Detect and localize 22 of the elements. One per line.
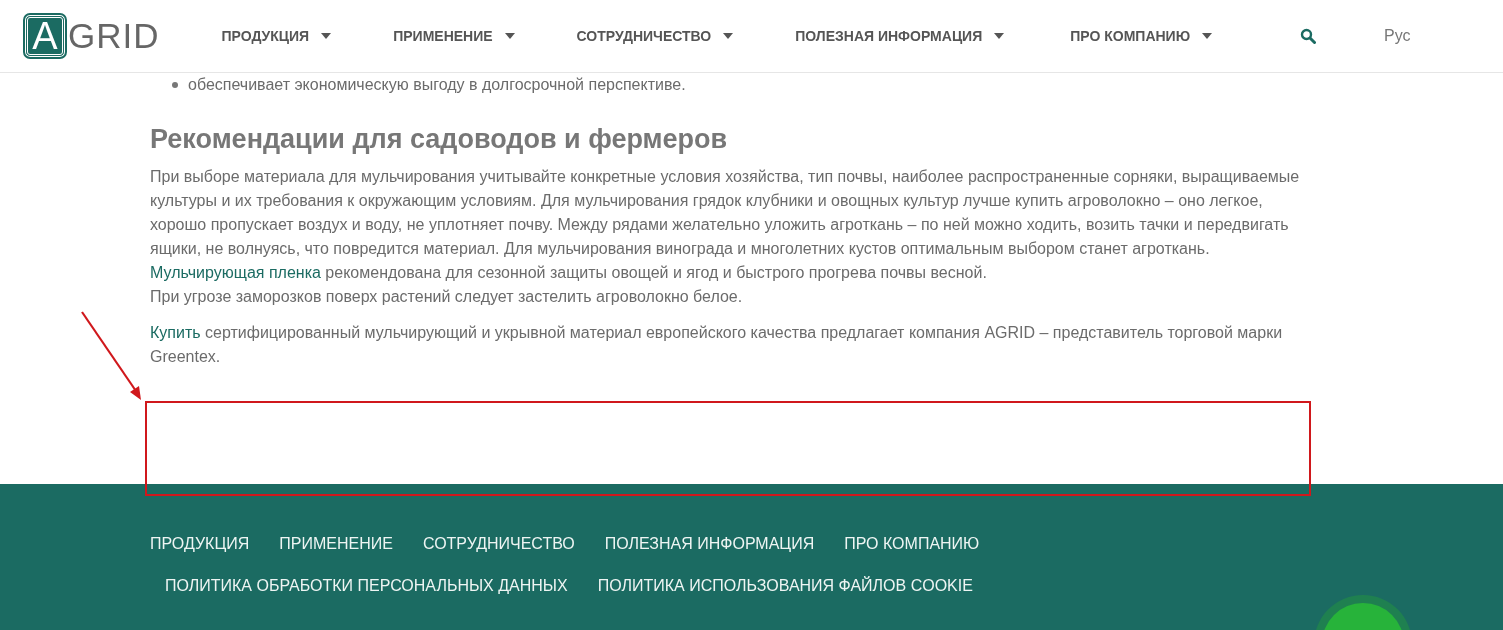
logo-mark[interactable]: A xyxy=(25,15,65,57)
nav-link[interactable]: ПРО КОМПАНИЮ xyxy=(1070,28,1213,44)
footer-link[interactable]: ПРИМЕНЕНИЕ xyxy=(279,535,393,553)
bullet-text: обеспечивает экономическую выгоду в долгосрочной перспективе. xyxy=(188,75,686,95)
text-link[interactable]: Мульчирующая пленка xyxy=(150,264,321,281)
logo-text[interactable]: GRID xyxy=(68,16,160,56)
language-switch[interactable]: Рус xyxy=(1384,27,1411,45)
nav-link[interactable]: ПРИМЕНЕНИЕ xyxy=(393,28,515,44)
paragraph-text: Купить сертифицированный мульчирующий и укрывной материал европейского качества предлагает компания AGRID – представитель торговой марки Greentex. xyxy=(150,323,1284,367)
footer-link[interactable]: СОТРУДНИЧЕСТВО xyxy=(422,535,575,553)
footer-link[interactable]: ПОЛИТИКА ИСПОЛЬЗОВАНИЯ ФАЙЛОВ COOKIE xyxy=(597,577,973,595)
bullet-icon xyxy=(172,82,178,88)
text-link[interactable]: Купить xyxy=(150,324,201,341)
paragraph-text: При выборе материала для мульчирования учитывайте конкретные условия хозяйства, тип почвы, наиболее распространенные сорняки, выращиваемые культуры и их требования к окружающим условиям. Для мульчирования грядок клубники и овощных культур лучше купить агроволокно – оно легкое, хорошо пропускает воздух и воду, не уплотняет почву. Между рядами желательно уложить агроткань – по ней можно ходить, возить тачки и передвигать ящики, не волнуясь, что повредится материал. Для мульчирования винограда и многолетних кустов оптимальным выбором станет агроткань. Мульчирующая пленка рекомендована для сезонной защиты овощей и ягод и быстрого прогрева почвы весной. При угрозе заморозков поверх растений следует застелить агроволокно белое. xyxy=(150,167,1300,307)
footer-link[interactable]: ПРОДУКЦИЯ xyxy=(150,535,250,553)
nav-link[interactable]: СОТРУДНИЧЕСТВО xyxy=(576,28,734,44)
footer-link[interactable]: ПОЛЕЗНАЯ ИНФОРМАЦИЯ xyxy=(604,535,815,553)
footer-link[interactable]: ПРО КОМПАНИЮ xyxy=(844,535,980,553)
search-icon[interactable] xyxy=(1300,28,1317,44)
nav-link[interactable]: ПРОДУКЦИЯ xyxy=(221,28,332,44)
nav-link[interactable]: ПОЛЕЗНАЯ ИНФОРМАЦИЯ xyxy=(795,28,1005,44)
footer-link[interactable]: ПОЛИТИКА ОБРАБОТКИ ПЕРСОНАЛЬНЫХ ДАННЫХ xyxy=(165,577,568,595)
